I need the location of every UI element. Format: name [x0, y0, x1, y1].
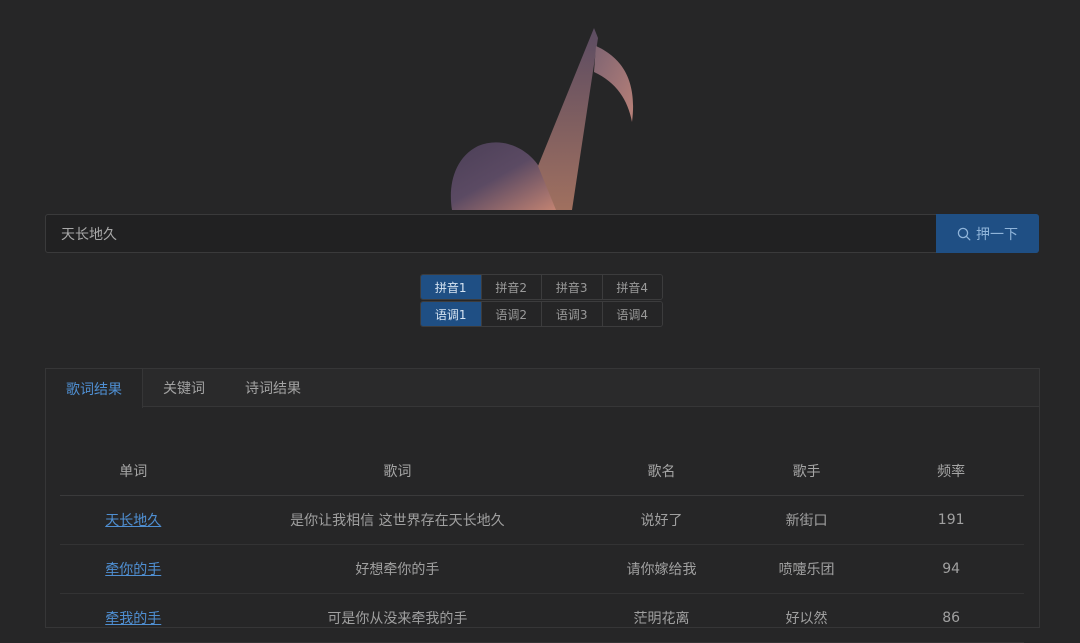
- tone-option-2[interactable]: 语调2: [480, 302, 541, 326]
- cell-lyric: 好想牵你的手: [206, 544, 589, 594]
- results-table: 单词 歌词 歌名 歌手 频率 天长地久 是你让我相信 这世界存在天长地久 说好了…: [60, 447, 1024, 643]
- header-word: 单词: [60, 447, 207, 496]
- word-link[interactable]: 牵我的手: [105, 611, 161, 627]
- search-button[interactable]: 押一下: [936, 214, 1039, 253]
- tab-keywords[interactable]: 关键词: [143, 369, 225, 407]
- cell-word: 天长地久: [60, 495, 207, 545]
- header-song: 歌名: [588, 447, 735, 496]
- cell-word: 牵我的手: [60, 593, 207, 643]
- header-lyric: 歌词: [206, 447, 589, 496]
- tone-option-1[interactable]: 语调1: [421, 302, 481, 326]
- pinyin-option-3[interactable]: 拼音3: [541, 275, 602, 299]
- search-bar: 押一下: [45, 214, 1039, 253]
- cell-frequency: 86: [878, 593, 1024, 643]
- table-row: 牵我的手 可是你从没来牵我的手 茫明花离 好以然 86: [60, 593, 1024, 643]
- results-panel: 歌词结果 关键词 诗词结果 单词 歌词 歌名 歌手 频率 天长地久 是你让我相信…: [45, 368, 1040, 643]
- pinyin-option-4[interactable]: 拼音4: [601, 275, 662, 299]
- table-header-row: 单词 歌词 歌名 歌手 频率: [60, 447, 1024, 496]
- tone-option-4[interactable]: 语调4: [601, 302, 662, 326]
- pinyin-selector: 拼音1 拼音2 拼音3 拼音4: [420, 274, 663, 300]
- cell-song: 说好了: [588, 495, 735, 545]
- tab-poetry-results[interactable]: 诗词结果: [225, 369, 321, 407]
- cell-lyric: 是你让我相信 这世界存在天长地久: [206, 495, 589, 545]
- cell-frequency: 94: [878, 544, 1024, 594]
- cell-artist: 喷嚏乐团: [734, 544, 879, 594]
- search-button-label: 押一下: [976, 226, 1018, 243]
- cell-frequency: 191: [878, 495, 1024, 545]
- word-link[interactable]: 牵你的手: [105, 562, 161, 578]
- tab-lyrics-results[interactable]: 歌词结果: [46, 369, 143, 408]
- cell-lyric: 可是你从没来牵我的手: [206, 593, 589, 643]
- cell-song: 茫明花离: [588, 593, 735, 643]
- header-artist: 歌手: [734, 447, 879, 496]
- pinyin-option-2[interactable]: 拼音2: [480, 275, 541, 299]
- result-tabs: 歌词结果 关键词 诗词结果: [46, 369, 1039, 408]
- word-link[interactable]: 天长地久: [105, 513, 161, 529]
- music-note-logo: [450, 28, 634, 210]
- cell-artist: 好以然: [734, 593, 879, 643]
- cell-artist: 新街口: [734, 495, 879, 545]
- cell-word: 牵你的手: [60, 544, 207, 594]
- cell-song: 请你嫁给我: [588, 544, 735, 594]
- tone-selector: 语调1 语调2 语调3 语调4: [420, 301, 663, 327]
- tone-option-3[interactable]: 语调3: [541, 302, 602, 326]
- search-icon: [957, 227, 971, 240]
- pinyin-option-1[interactable]: 拼音1: [421, 275, 481, 299]
- table-row: 天长地久 是你让我相信 这世界存在天长地久 说好了 新街口 191: [60, 495, 1024, 545]
- header-frequency: 频率: [878, 447, 1024, 496]
- table-row: 牵你的手 好想牵你的手 请你嫁给我 喷嚏乐团 94: [60, 544, 1024, 594]
- search-input[interactable]: [46, 215, 936, 252]
